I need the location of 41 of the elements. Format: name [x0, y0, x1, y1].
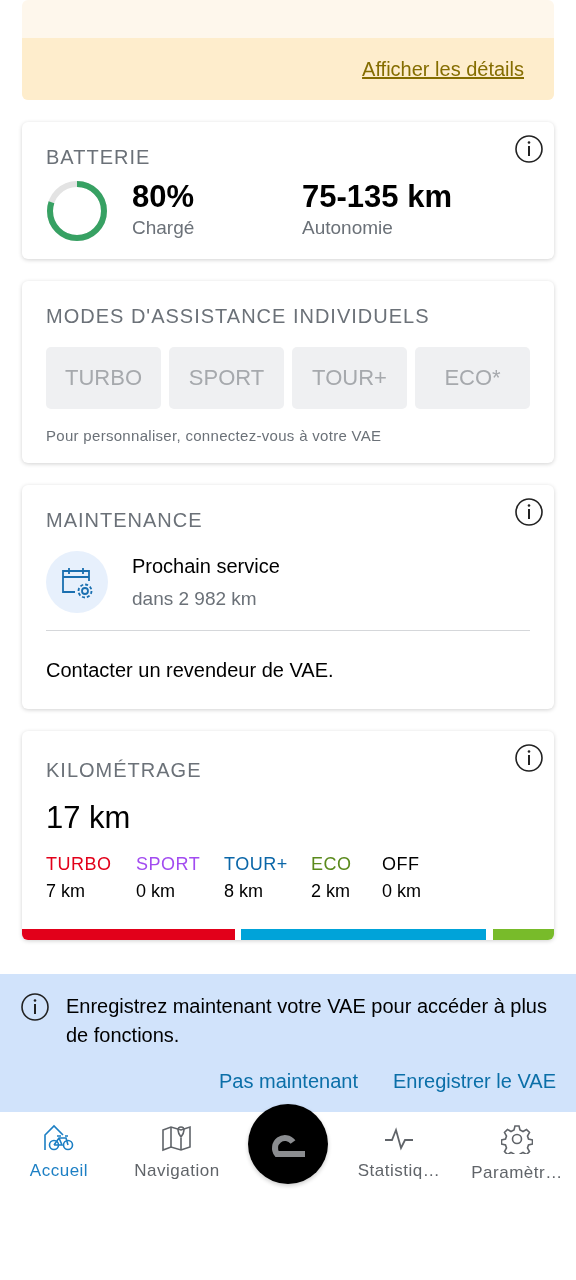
battery-ring [46, 180, 108, 243]
mode-name: OFF [382, 852, 421, 876]
card-title: KILOMÉTRAGE [46, 757, 203, 783]
mode-name: SPORT [136, 852, 202, 876]
nav-tab[interactable]: Accueil [0, 1111, 118, 1192]
service-title: Prochain service [132, 554, 280, 580]
center-button[interactable] [248, 1103, 328, 1184]
card-title: BATTERIE [46, 145, 152, 170]
mode-name: TOUR+ [224, 852, 289, 876]
card-title: MAINTENANCE [46, 508, 204, 534]
mode-distance: 0 km [136, 879, 176, 903]
hint-text: Pour personnaliser, connectez-vous à votre VAE [46, 425, 383, 446]
banner-button[interactable]: Enregistrer le VAE [392, 1065, 556, 1096]
banner-button[interactable]: Pas maintenant [219, 1065, 358, 1096]
banner-text: Enregistrez maintenant votre VAE pour accéder à plus de fonctions. [66, 993, 548, 1048]
charge-label: Chargé [132, 216, 196, 241]
info-icon [20, 991, 50, 1022]
settings-icon [501, 1123, 533, 1154]
service-distance: dans 2 982 km [132, 587, 258, 612]
mode-distance: 2 km [311, 879, 351, 903]
info-icon[interactable] [514, 497, 544, 528]
home-bike-icon [43, 1123, 75, 1152]
nav-tab[interactable]: Statistiq… [340, 1111, 458, 1192]
mode-distance: 0 km [382, 879, 422, 903]
card-title: MODES D'ASSISTANCE INDIVIDUELS [46, 303, 431, 329]
nav-tab[interactable]: Navigation [118, 1111, 236, 1192]
dealer-text: Contacter un revendeur de VAE. [46, 657, 335, 683]
mode-name: ECO [311, 852, 353, 876]
total-distance: 17 km [46, 800, 132, 835]
range-value: 75-135 km [302, 180, 452, 215]
info-icon[interactable] [514, 742, 544, 773]
charge-value: 80% [132, 180, 196, 215]
info-icon[interactable] [514, 134, 544, 164]
mode-bar-segment [492, 928, 554, 940]
map-icon [161, 1123, 193, 1152]
mode-name: TURBO [46, 852, 113, 876]
details-link[interactable]: Afficher les détails [362, 54, 524, 84]
range-label: Autonomie [302, 216, 394, 241]
nav-tab[interactable]: Paramètr… [458, 1111, 576, 1192]
mode-distance: 8 km [224, 879, 264, 903]
mode-distance: 7 km [46, 879, 86, 903]
